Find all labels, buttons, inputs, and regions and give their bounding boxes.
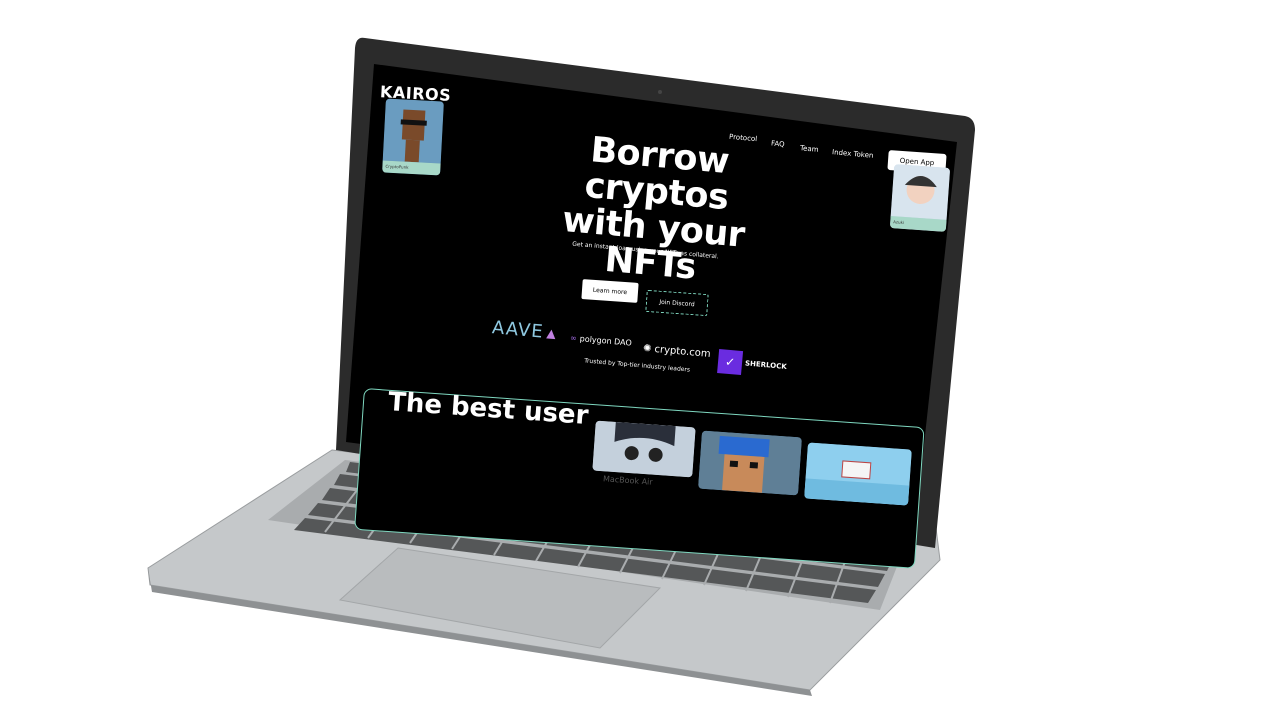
anime-avatar-icon — [592, 420, 696, 478]
nft-card-right: Azuki — [889, 164, 951, 232]
ghost-icon: ▲ — [545, 325, 558, 341]
feature-nft-pixel — [698, 430, 802, 496]
camera — [658, 90, 662, 94]
nav-team[interactable]: Team — [800, 144, 819, 154]
pixel-avatar-icon — [698, 430, 802, 496]
sherlock-icon: ✓ — [717, 349, 744, 376]
feature-nft-cartoon — [804, 442, 912, 506]
crypto-com-icon: ✺ — [642, 343, 652, 355]
nft-card-left: CryptoPunk — [382, 98, 444, 176]
azuki-avatar-icon — [890, 164, 951, 220]
laptop-illustration — [147, 37, 975, 696]
partner-sherlock-label: SHERLOCK — [744, 359, 788, 371]
cartoon-avatar-icon — [804, 442, 912, 506]
hero-title: Borrow cryptos with your NFTs — [560, 130, 747, 288]
feature-nft-anime — [592, 420, 696, 478]
learn-more-button[interactable]: Learn more — [581, 279, 639, 303]
partner-aave-label: AAVE — [491, 317, 545, 343]
punk-avatar-icon — [382, 98, 444, 164]
join-discord-button[interactable]: Join Discord — [645, 289, 709, 317]
polygon-icon: ∞ — [569, 333, 578, 343]
